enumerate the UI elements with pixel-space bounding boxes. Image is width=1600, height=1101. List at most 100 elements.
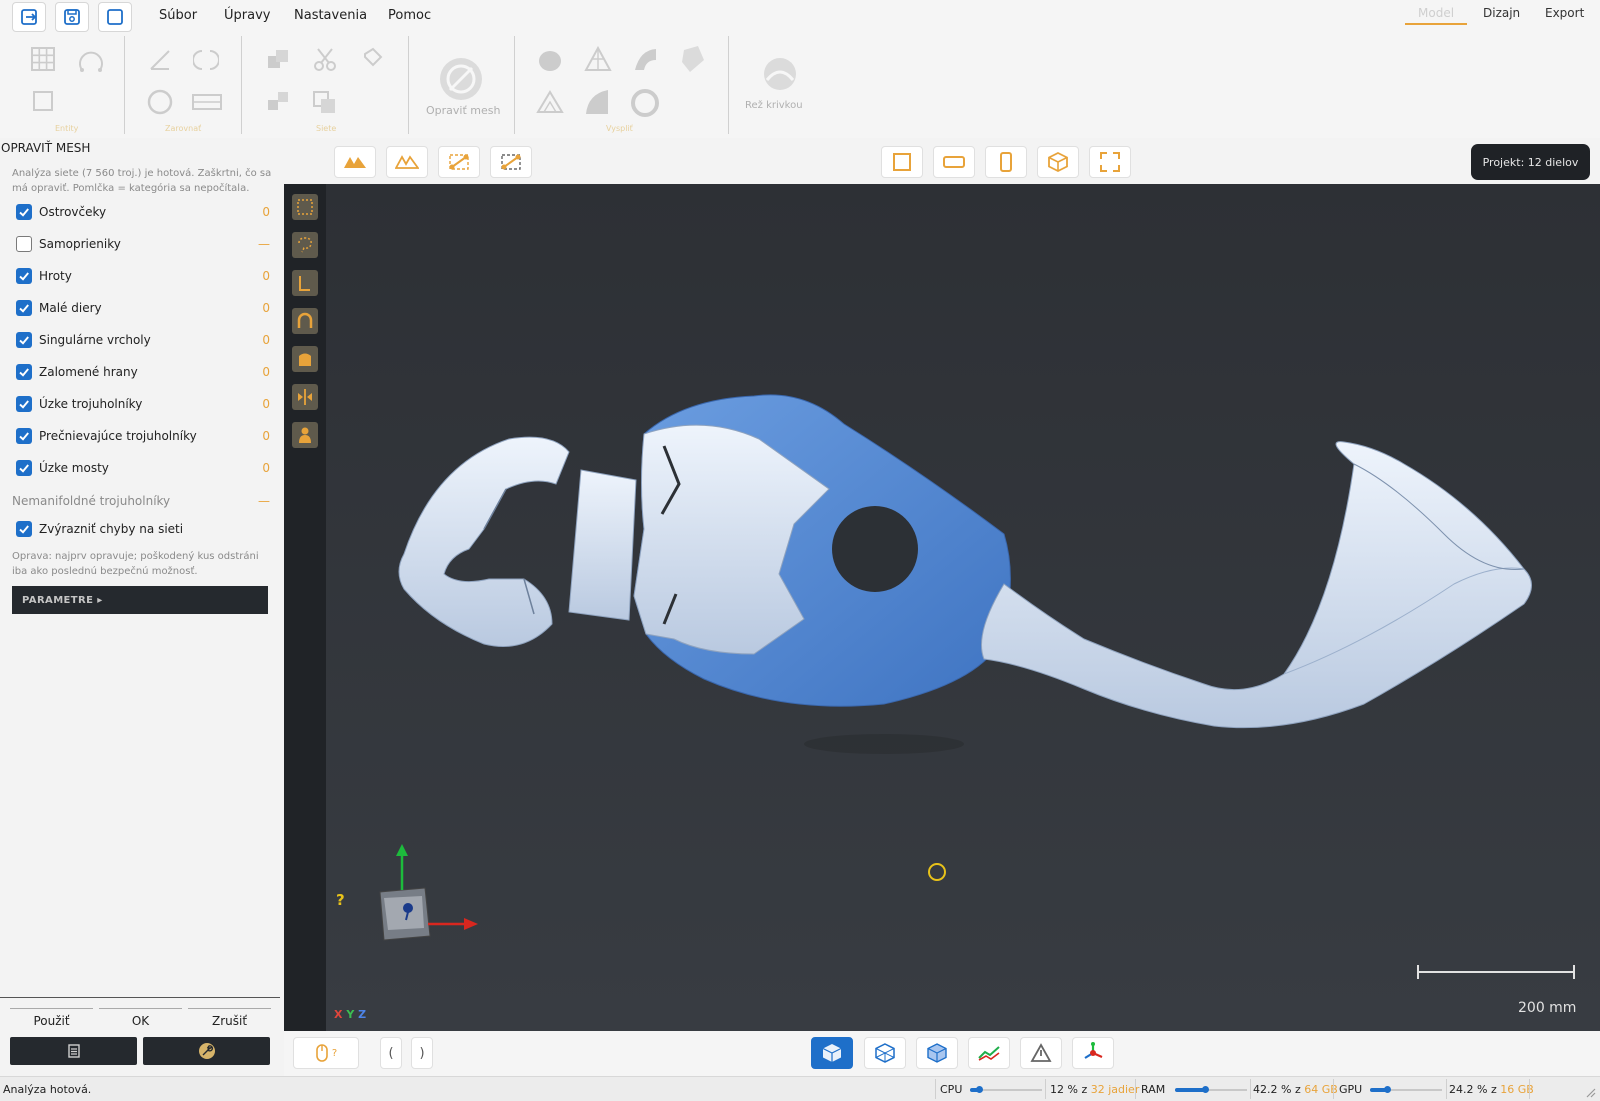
menu-file[interactable]: Súbor xyxy=(159,8,197,23)
mesh-part-tail[interactable] xyxy=(981,441,1532,729)
check-checkbox[interactable] xyxy=(16,236,32,252)
help-icon[interactable]: ? xyxy=(336,891,345,909)
tab-design[interactable]: Dizajn xyxy=(1483,6,1520,20)
check-row[interactable]: Úzke mosty 0 xyxy=(16,458,270,478)
curve-surface-icon[interactable] xyxy=(632,46,658,72)
merge-icon[interactable] xyxy=(312,90,338,116)
status-separator xyxy=(1529,1079,1530,1099)
check-row[interactable]: Samoprieniky — xyxy=(16,234,270,254)
check-checkbox[interactable] xyxy=(16,332,32,348)
check-row[interactable]: Zalomené hrany 0 xyxy=(16,362,270,382)
resize-grip-icon[interactable] xyxy=(1584,1086,1596,1098)
check-row[interactable]: Úzke trojuholníky 0 xyxy=(16,394,270,414)
cut-curve-label[interactable]: Rež krivkou xyxy=(745,100,803,111)
rect-select-tool[interactable] xyxy=(292,194,318,220)
figure-tool[interactable] xyxy=(292,422,318,448)
align-bars-icon[interactable] xyxy=(192,92,222,112)
brush-select-tool[interactable] xyxy=(292,270,318,296)
ok-button[interactable]: OK xyxy=(99,1008,182,1032)
check-checkbox[interactable] xyxy=(16,268,32,284)
tab-model[interactable]: Model xyxy=(1418,6,1454,20)
sphere-icon[interactable] xyxy=(538,50,562,72)
surface-icon[interactable] xyxy=(584,88,610,116)
curvature-view-button[interactable] xyxy=(968,1037,1010,1069)
overhang-view-button[interactable] xyxy=(1020,1037,1062,1069)
triangle-outline-icon[interactable] xyxy=(536,90,564,114)
gizmo-toggle-button[interactable] xyxy=(1072,1037,1114,1069)
orientation-gizmo[interactable] xyxy=(379,844,478,941)
triangle-mesh-icon[interactable] xyxy=(584,46,612,72)
fill-select-tool[interactable] xyxy=(292,346,318,372)
solid-view-button[interactable] xyxy=(811,1037,853,1069)
grid-icon[interactable] xyxy=(30,46,56,72)
check-checkbox[interactable] xyxy=(16,364,32,380)
3d-viewport[interactable]: ? X Y Z 200 mm xyxy=(284,184,1600,1031)
check-checkbox[interactable] xyxy=(16,396,32,412)
status-separator xyxy=(935,1079,936,1099)
view-front-button[interactable] xyxy=(881,146,923,178)
check-checkbox[interactable] xyxy=(16,204,32,220)
wireframe-view-button[interactable] xyxy=(864,1037,906,1069)
exit-button[interactable] xyxy=(12,2,46,32)
repair-tool-button[interactable] xyxy=(143,1037,270,1065)
mesh-part-front[interactable] xyxy=(398,436,570,647)
transparent-view-button[interactable] xyxy=(916,1037,958,1069)
check-count: 0 xyxy=(262,461,270,475)
mesh-part-tank[interactable] xyxy=(633,394,1011,707)
circle-icon[interactable] xyxy=(146,88,174,116)
check-checkbox[interactable] xyxy=(16,428,32,444)
lasso-select-tool[interactable] xyxy=(292,232,318,258)
person-icon xyxy=(299,427,311,443)
symmetry-tool[interactable] xyxy=(292,384,318,410)
frame-icon[interactable] xyxy=(32,90,54,112)
select-peaks-outline-button[interactable] xyxy=(386,146,428,178)
check-row[interactable]: Ostrovčeky 0 xyxy=(16,202,270,222)
view-iso-button[interactable] xyxy=(1037,146,1079,178)
prev-button[interactable]: ( xyxy=(380,1037,402,1069)
select-vertices-button[interactable] xyxy=(438,146,480,178)
mirror-icon[interactable] xyxy=(193,48,219,72)
pivot-point[interactable] xyxy=(928,863,946,881)
menu-settings[interactable]: Nastavenia xyxy=(294,8,367,23)
highlight-errors-checkbox[interactable] xyxy=(16,521,32,537)
angle-icon[interactable] xyxy=(148,48,172,72)
mesh-part-plate[interactable] xyxy=(568,469,637,621)
status-message: Analýza hotová. xyxy=(3,1083,92,1096)
check-row[interactable]: Prečnievajúce trojuholníky 0 xyxy=(16,426,270,446)
check-checkbox[interactable] xyxy=(16,300,32,316)
boolean-icon[interactable] xyxy=(266,48,290,72)
menu-help[interactable]: Pomoc xyxy=(388,8,431,23)
cancel-button[interactable]: Zrušiť xyxy=(188,1008,271,1032)
torus-icon[interactable] xyxy=(630,88,660,118)
save-button[interactable] xyxy=(55,2,89,32)
new-window-button[interactable] xyxy=(98,2,132,32)
fill-icon[interactable] xyxy=(360,46,384,72)
repair-mesh-icon[interactable] xyxy=(438,56,484,102)
check-row[interactable]: Malé diery 0 xyxy=(16,298,270,318)
view-side-button[interactable] xyxy=(985,146,1027,178)
highlight-errors-row[interactable]: Zvýrazniť chyby na sieti xyxy=(16,519,270,539)
fit-view-button[interactable] xyxy=(1089,146,1131,178)
rotate-icon[interactable] xyxy=(76,46,106,76)
check-row[interactable]: Singulárne vrcholy 0 xyxy=(16,330,270,350)
mesh-canvas[interactable] xyxy=(284,184,1600,1031)
select-peaks-button[interactable] xyxy=(334,146,376,178)
repair-mesh-label[interactable]: Opraviť mesh xyxy=(426,104,500,117)
parameters-button[interactable]: PARAMETRE ▸ xyxy=(12,586,268,614)
view-top-button[interactable] xyxy=(933,146,975,178)
subtract-icon[interactable] xyxy=(266,90,290,114)
check-checkbox[interactable] xyxy=(16,460,32,476)
check-row[interactable]: Hroty 0 xyxy=(16,266,270,286)
apply-button[interactable]: Použiť xyxy=(10,1008,93,1032)
gpu-meter-dot xyxy=(1384,1086,1392,1093)
magnet-tool[interactable] xyxy=(292,308,318,334)
deselect-vertices-button[interactable] xyxy=(490,146,532,178)
mouse-help-button[interactable]: ? xyxy=(293,1037,359,1069)
cut-curve-icon[interactable] xyxy=(762,56,798,92)
scissors-icon[interactable] xyxy=(312,46,338,72)
menu-edit[interactable]: Úpravy xyxy=(224,8,270,23)
list-button[interactable] xyxy=(10,1037,137,1065)
patch-icon[interactable] xyxy=(680,44,706,74)
tab-export[interactable]: Export xyxy=(1545,6,1584,20)
next-button[interactable]: ) xyxy=(411,1037,433,1069)
